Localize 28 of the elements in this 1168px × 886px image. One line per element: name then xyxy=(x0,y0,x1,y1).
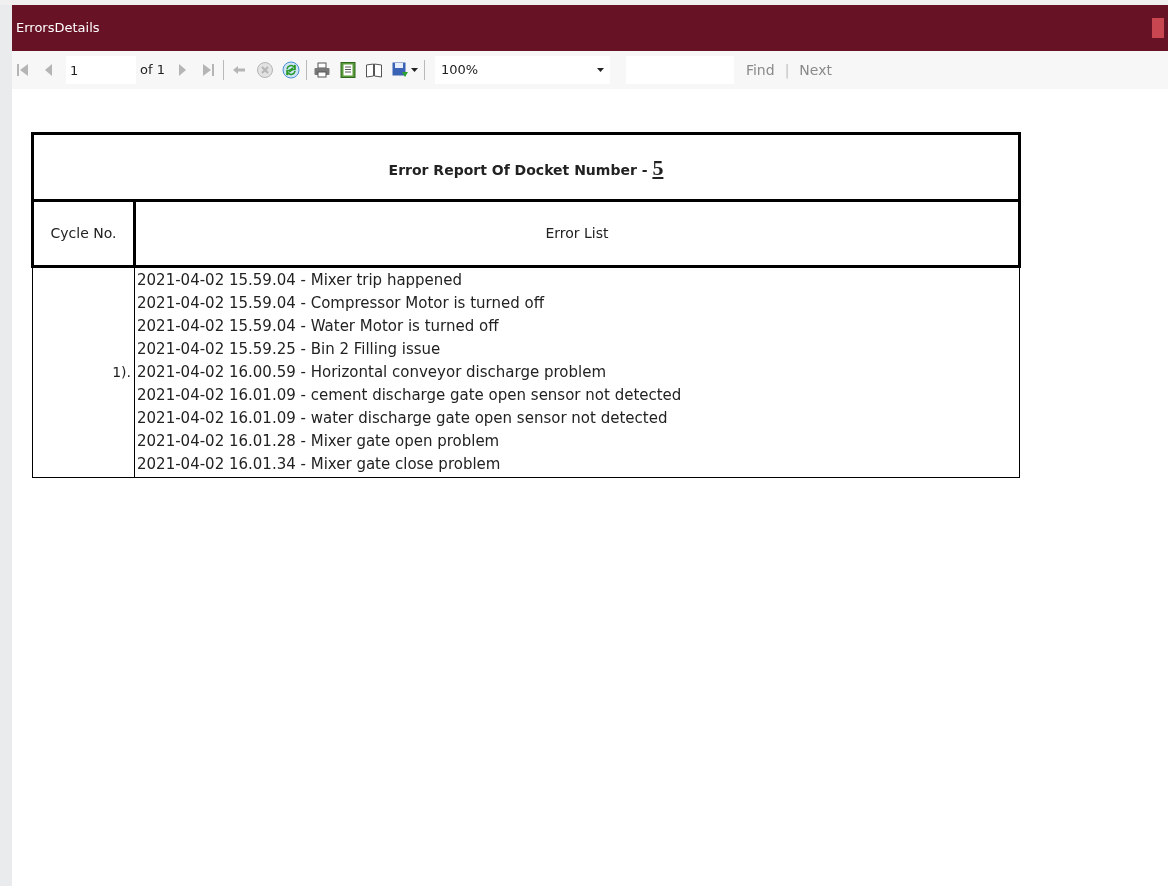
document-icon[interactable] xyxy=(338,61,357,79)
window-title: ErrorsDetails xyxy=(16,19,100,38)
save-dropdown-button[interactable] xyxy=(390,61,418,79)
save-icon xyxy=(390,61,409,79)
error-entry: 2021-04-02 16.01.34 - Mixer gate close problem xyxy=(137,454,501,475)
caret-icon xyxy=(596,68,604,72)
page-count: of 1 xyxy=(140,61,165,80)
docket-number: 5 xyxy=(652,153,664,182)
page-number-field[interactable]: 1 xyxy=(66,56,136,84)
report-title: Error Report Of Docket Number - xyxy=(388,160,649,180)
error-entry: 2021-04-02 16.01.09 - water discharge gate open sensor not detected xyxy=(137,408,668,429)
error-entry: 2021-04-02 16.00.59 - Horizontal conveyor discharge problem xyxy=(137,362,606,383)
close-button[interactable] xyxy=(1152,18,1164,38)
open-book-icon[interactable] xyxy=(364,61,383,79)
error-entry: 2021-04-02 15.59.25 - Bin 2 Filling issue xyxy=(137,339,441,360)
column-header: Cycle No. xyxy=(50,225,117,241)
refresh-icon[interactable] xyxy=(281,61,300,79)
link-separator: | xyxy=(784,60,790,81)
error-entry: 2021-04-02 16.01.28 - Mixer gate open problem xyxy=(137,431,500,452)
printer-icon[interactable] xyxy=(312,61,331,79)
cycle-number: 1). xyxy=(112,364,131,380)
error-entry: 2021-04-02 15.59.04 - Compressor Motor is turned off xyxy=(137,293,544,314)
error-entry: 2021-04-02 15.59.04 - Water Motor is turned off xyxy=(137,316,499,337)
zoom-dropdown[interactable]: 100% xyxy=(434,56,610,84)
error-entry: 2021-04-02 16.01.09 - cement discharge gate open sensor not detected xyxy=(137,385,682,406)
error-entry: 2021-04-02 15.59.04 - Mixer trip happened xyxy=(137,270,463,291)
column-header: Error List xyxy=(545,225,609,241)
caret-icon xyxy=(410,68,418,72)
